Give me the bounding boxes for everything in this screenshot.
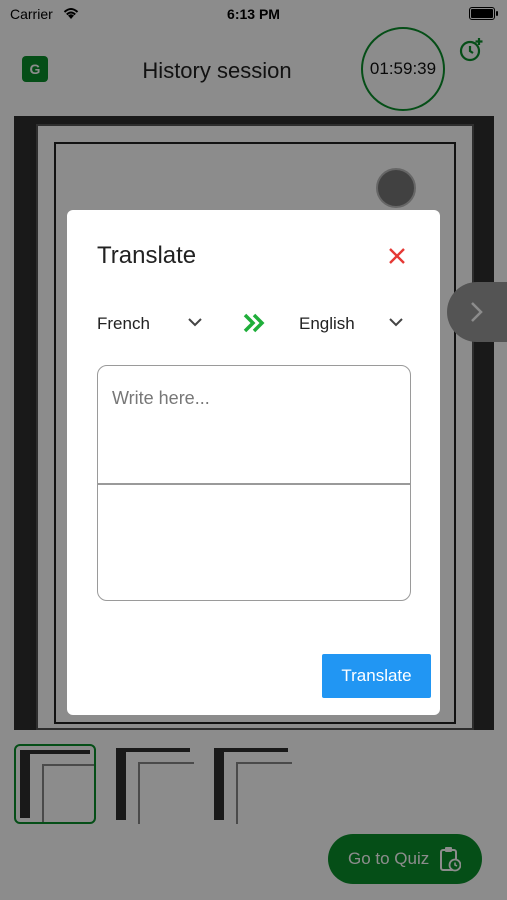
dialog-title: Translate — [97, 242, 197, 269]
double-chevron-right-icon[interactable] — [242, 311, 268, 335]
chevron-down-icon[interactable] — [386, 312, 406, 332]
translate-button[interactable]: Translate — [322, 654, 431, 698]
translation-box — [97, 365, 411, 601]
target-language-select[interactable]: English — [299, 314, 355, 334]
translate-dialog: Translate French English Translate — [67, 210, 440, 715]
close-icon[interactable] — [385, 244, 409, 268]
source-text-input[interactable] — [98, 366, 410, 483]
translated-text-output — [98, 485, 410, 600]
source-language-select[interactable]: French — [97, 314, 150, 334]
chevron-down-icon[interactable] — [185, 312, 205, 332]
